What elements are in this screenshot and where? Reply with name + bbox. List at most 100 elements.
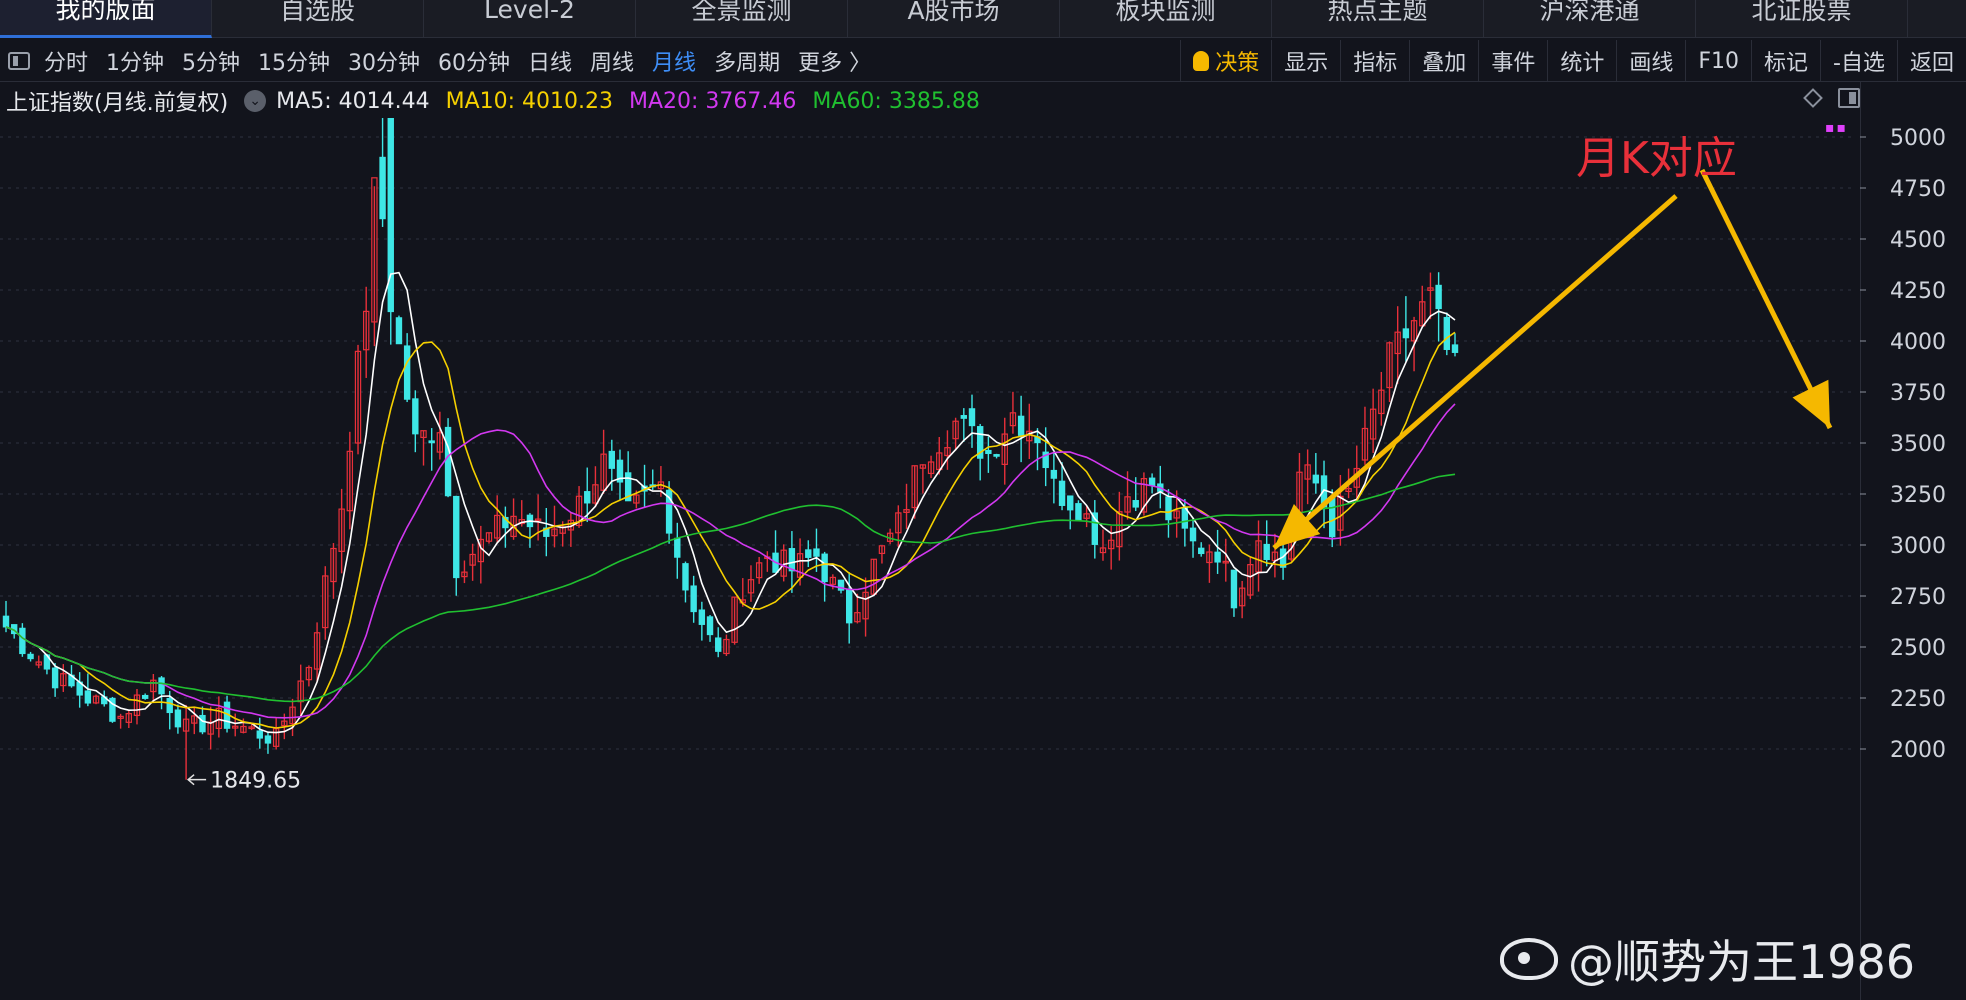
candle-down	[1214, 551, 1221, 563]
side-panel-icon[interactable]	[1838, 88, 1860, 108]
ma5-line	[5, 271, 1456, 734]
y-tick-label: 2750	[1890, 585, 1946, 610]
candle-down	[174, 709, 182, 728]
indicator-button[interactable]: 指标	[1340, 40, 1409, 82]
y-tick-label: 4500	[1890, 228, 1946, 253]
period-more[interactable]: 更多 〉	[798, 45, 871, 77]
y-tick-label: 4250	[1890, 279, 1946, 304]
ma20-line	[5, 403, 1456, 719]
ma20-legend: MA20: 3767.46	[629, 88, 797, 114]
stats-button[interactable]: 统计	[1547, 40, 1616, 82]
candle-down	[1329, 496, 1336, 538]
ma10-legend: MA10: 4010.23	[445, 88, 613, 114]
period-intraday[interactable]: 分时	[44, 45, 88, 77]
ma5-legend: MA5: 4014.44	[276, 88, 430, 114]
diamond-icon[interactable]	[1803, 88, 1823, 108]
period-1min[interactable]: 1分钟	[106, 45, 164, 77]
candle-down	[968, 408, 976, 427]
display-button[interactable]: 显示	[1271, 40, 1340, 82]
decision-button[interactable]: 决策	[1180, 40, 1271, 82]
candle-down	[403, 345, 411, 400]
annotation-label: 月K对应	[1576, 133, 1737, 184]
period-5min[interactable]: 5分钟	[182, 45, 240, 77]
ma60-legend: MA60: 3385.88	[812, 88, 980, 114]
tab-panorama[interactable]: 全景监测	[636, 0, 848, 38]
candle-down	[428, 440, 435, 444]
min-arrow	[186, 774, 207, 786]
y-tick-label: 2250	[1890, 687, 1946, 712]
back-button[interactable]: 返回	[1896, 40, 1966, 82]
annotation-arrow-left	[1272, 194, 1678, 550]
period-30min[interactable]: 30分钟	[348, 45, 420, 77]
period-monthly[interactable]: 月线	[652, 45, 696, 77]
candle-down	[27, 653, 34, 660]
y-tick-label: 4750	[1890, 177, 1946, 202]
chart-corner-icons	[1803, 88, 1860, 108]
tab-sector[interactable]: 板块监测	[1060, 0, 1272, 38]
tab-bse[interactable]: 北证股票	[1696, 0, 1908, 38]
candle-down	[51, 667, 59, 689]
candle-down	[608, 450, 615, 469]
period-daily[interactable]: 日线	[528, 45, 572, 77]
candle-down	[264, 735, 272, 744]
candle-down	[1132, 500, 1139, 508]
decision-label: 决策	[1215, 51, 1260, 76]
panel-toggle-icon[interactable]	[8, 51, 30, 70]
period-weekly[interactable]: 周线	[590, 45, 634, 77]
candle-down	[199, 714, 206, 733]
candle-down	[706, 616, 714, 636]
period-15min[interactable]: 15分钟	[258, 45, 330, 77]
tab-hot-topics[interactable]: 热点主题	[1272, 0, 1484, 38]
candle-down	[379, 156, 386, 220]
watermark: @顺势为王1986	[1500, 926, 1915, 992]
watermark-text: @顺势为王1986	[1568, 935, 1916, 989]
candle-down	[584, 491, 591, 504]
candle-down	[715, 637, 722, 652]
tab-a-share[interactable]: A股市场	[848, 0, 1060, 38]
candle-down	[453, 495, 460, 579]
chevron-down-icon[interactable]: ⌄	[244, 90, 267, 112]
event-button[interactable]: 事件	[1478, 40, 1547, 82]
candle-down	[158, 677, 165, 695]
candle-down	[813, 548, 820, 557]
candle-down	[1402, 328, 1410, 339]
candle-down	[1148, 477, 1156, 487]
weibo-icon	[1500, 938, 1558, 980]
top-tab-bar: 我的版面 自选股 Level-2 全景监测 A股市场 板块监测 热点主题 沪深港…	[0, 0, 1966, 38]
period-multi[interactable]: 多周期	[714, 45, 780, 77]
candle-down	[1165, 496, 1172, 521]
candlestick-chart[interactable]: 2000 2250 2500 2750 3000 3250 3500 3750 4000 4250…	[0, 118, 1966, 1000]
tab-level2[interactable]: Level-2	[424, 0, 636, 38]
tab-watchlist[interactable]: 自选股	[212, 0, 424, 38]
mark-button[interactable]: 标记	[1751, 40, 1820, 82]
candle-down	[1435, 284, 1442, 310]
candle-down	[1067, 495, 1074, 511]
candle-down	[1263, 543, 1270, 560]
tab-stock-connect[interactable]: 沪深港通	[1484, 0, 1696, 38]
y-tick-label: 2000	[1890, 738, 1946, 763]
candle-down	[444, 426, 452, 497]
candle-down	[1189, 527, 1197, 542]
remove-watchlist-button[interactable]: -自选	[1820, 40, 1897, 82]
tab-label: 板块监测	[1115, 0, 1216, 25]
candle-down	[788, 548, 796, 572]
candle-down	[166, 697, 173, 714]
overlay-button[interactable]: 叠加	[1409, 40, 1478, 82]
lightbulb-icon	[1193, 51, 1210, 71]
candle-down	[985, 449, 992, 455]
tab-my-layout[interactable]: 我的版面	[0, 0, 212, 38]
y-tick-label: 5000	[1890, 126, 1946, 151]
period-60min[interactable]: 60分钟	[438, 45, 510, 77]
ma60-line	[5, 473, 1456, 703]
candle-down	[682, 563, 689, 591]
candle-down	[19, 627, 26, 655]
candle-down	[412, 398, 419, 435]
candle-down	[1050, 469, 1058, 479]
candle-down	[674, 537, 681, 558]
tab-label: A股市场	[907, 0, 1000, 25]
candle-down	[821, 553, 828, 583]
y-tick-label: 3000	[1890, 534, 1946, 559]
candle-down	[1017, 415, 1025, 436]
draw-line-button[interactable]: 画线	[1616, 40, 1685, 82]
f10-button[interactable]: F10	[1685, 40, 1751, 82]
